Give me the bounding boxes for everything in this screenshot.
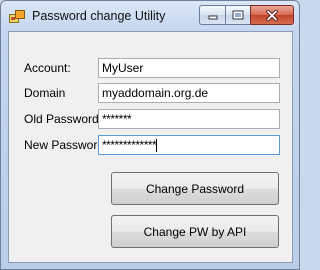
window-title: Password change Utility [32,9,166,23]
app-window: Password change Utility Account: MyUser … [0,0,300,270]
text-caret [156,139,158,153]
window-controls [199,5,294,25]
account-field[interactable]: MyUser [98,58,280,78]
form-client-area: Account: MyUser Domain myaddomain.org.de… [8,31,293,263]
domain-label: Domain [24,86,66,100]
domain-field[interactable]: myaddomain.org.de [98,83,280,103]
close-button[interactable] [250,5,294,25]
minimize-icon [208,15,217,20]
old-password-mask: ******* [102,112,132,126]
new-password-mask: ************* [102,138,157,152]
change-password-button[interactable]: Change Password [111,172,279,205]
new-password-label: New Password: [24,138,108,152]
minimize-button[interactable] [199,5,225,25]
old-password-field[interactable]: ******* [98,109,280,129]
account-label: Account: [24,61,71,75]
title-bar[interactable]: Password change Utility [1,1,299,31]
new-password-field[interactable]: ************* [98,135,280,155]
maximize-icon [232,10,244,20]
app-icon[interactable] [9,10,25,24]
change-pw-by-api-button[interactable]: Change PW by API [111,215,279,248]
maximize-button[interactable] [225,5,250,25]
old-password-label: Old Password: [24,112,103,126]
close-icon [266,9,278,21]
